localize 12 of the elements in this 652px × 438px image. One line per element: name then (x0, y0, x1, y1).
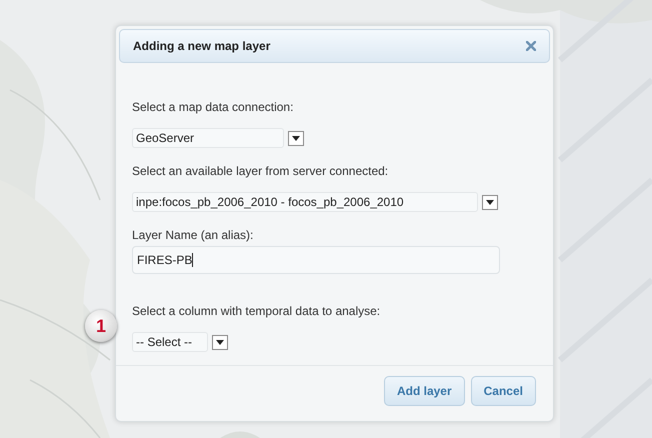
close-icon[interactable] (526, 41, 536, 51)
dropdown[interactable]: -- Select -- (132, 332, 208, 352)
cancel-button[interactable]: Cancel (470, 376, 536, 406)
field-label: Select a column with temporal data to analyse: (132, 303, 382, 320)
add-layer-button[interactable]: Add layer (384, 376, 465, 406)
dropdown[interactable]: GeoServer (132, 128, 284, 148)
dropdown[interactable]: inpe:focos_pb_2006_2010 - focos_pb_2006_2010 (132, 192, 478, 212)
field-label: Layer Name (an alias): (132, 227, 254, 244)
dialog-title: Adding a new map layer (133, 38, 270, 55)
field-label: Select an available layer from server connected: (132, 163, 390, 180)
field-label: Select a map data connection: (132, 99, 294, 116)
text-field[interactable]: FIRES-PB (132, 246, 500, 274)
